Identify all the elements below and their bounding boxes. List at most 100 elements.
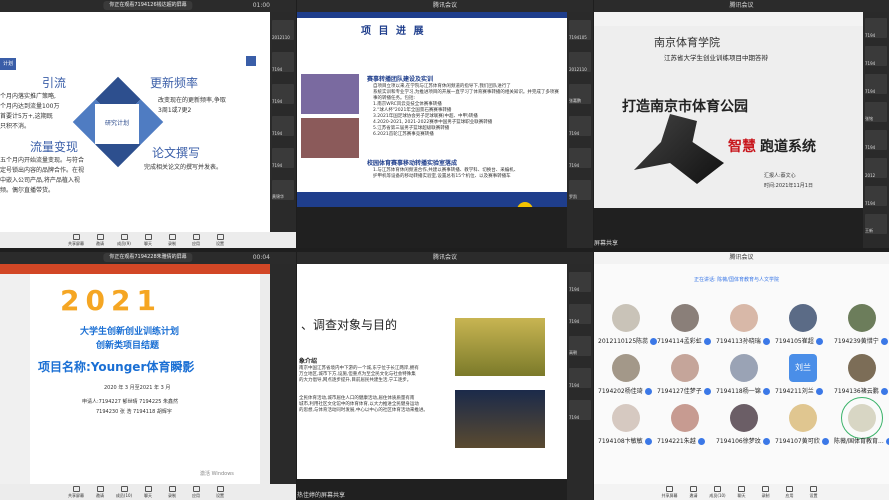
member-avatar[interactable] [671, 354, 699, 382]
member-avatar[interactable] [612, 304, 640, 332]
shared-slide: 、调查对象与目的 象介绍 南京中国江苏省境内中下游的一个城,东宁位于长江两岸,拥… [297, 264, 567, 479]
apps-icon [786, 485, 793, 492]
participant-thumb[interactable]: 张嘉鹏 [569, 84, 591, 104]
participant-thumb[interactable]: 7194 [272, 148, 294, 168]
top-bar: 你正在观看7194228朱雅倩的屏幕 00:04 [0, 252, 296, 264]
chat-icon [738, 485, 745, 492]
participant-thumb[interactable]: 张铭 [865, 102, 887, 122]
participant-thumb[interactable]: 2012110 [272, 20, 294, 40]
participant-thumb[interactable]: 7194 [865, 18, 887, 38]
members-button[interactable]: 成员(9) [115, 233, 133, 247]
member-avatar[interactable] [612, 354, 640, 382]
member-avatar[interactable] [848, 354, 876, 382]
slide-title-2: 智慧 [728, 139, 756, 155]
member-name: 7194108卞敏敏 [598, 436, 652, 445]
field-photo [455, 318, 545, 376]
settings-button[interactable]: 设置 [211, 485, 229, 499]
participant-thumb[interactable]: 7194 [569, 116, 591, 136]
record-button[interactable]: 录制 [163, 233, 181, 247]
participant-strip[interactable]: 7194 7194 7194 张铭 7194 2012 7194 王新 [863, 12, 889, 248]
participant-thumb[interactable]: 黄锦华 [272, 180, 294, 200]
member-avatar[interactable] [612, 404, 640, 432]
photo-2 [301, 118, 359, 158]
chat-button[interactable]: 聊天 [139, 485, 157, 499]
participant-thumb[interactable]: 7194 [569, 304, 591, 324]
member-avatar[interactable] [730, 304, 758, 332]
screen-share-panel-5: 腾讯会议 、调查对象与目的 象介绍 南京中国江苏省境内中下游的一个城,东宁位于长… [297, 252, 593, 500]
member-avatar[interactable] [730, 404, 758, 432]
participant-thumb[interactable]: 高朝 [569, 336, 591, 356]
member-avatar[interactable] [848, 304, 876, 332]
members-1: 申请人:7194227 郁世晴 7194225 朱鑫然 [82, 399, 178, 405]
members-button[interactable]: 成员(10) [115, 485, 133, 499]
member-avatar[interactable]: 刘兰 [789, 354, 817, 382]
participant-thumb[interactable]: 7194 [569, 272, 591, 292]
participant-thumb[interactable]: 7194 [569, 148, 591, 168]
member-avatar[interactable] [730, 354, 758, 382]
share-screen-button[interactable]: 共享屏幕 [67, 485, 85, 499]
record-button[interactable]: 录制 [757, 485, 775, 499]
mic-status-icon [821, 438, 829, 445]
apps-button[interactable]: 应用 [187, 485, 205, 499]
member-avatar[interactable] [789, 404, 817, 432]
settings-button[interactable]: 设置 [211, 233, 229, 247]
date: 时间:2021年11月1日 [764, 183, 813, 189]
member-avatar[interactable] [789, 304, 817, 332]
participant-strip[interactable]: 7194105 2012110 张嘉鹏 7194 7194 罗凯 [567, 12, 593, 248]
participant-thumb[interactable]: 7194 [865, 46, 887, 66]
member-avatar[interactable] [671, 404, 699, 432]
slide-title-1: 打造南京市体育公园 [622, 99, 748, 115]
participant-thumb[interactable]: 7194 [569, 400, 591, 420]
top-bar: 你正在观看7194126钱达超的屏幕 01:00 [0, 0, 296, 12]
share-icon [72, 233, 80, 240]
participant-thumb[interactable]: 2012 [865, 158, 887, 178]
members-button[interactable]: 成员(10) [709, 485, 727, 499]
member-name: 7194107黄可欣 [775, 436, 829, 445]
member-name: 7194136褚云鹏 [834, 386, 888, 395]
participant-thumb[interactable]: 罗凯 [569, 180, 591, 200]
slide-subtitle: 江苏省大学生创业训练项目中期答辩 [664, 54, 768, 62]
participant-thumb[interactable]: 2012110 [569, 52, 591, 72]
reporter: 汇报人:蔡文心 [764, 173, 796, 179]
participant-thumb[interactable]: 7194 [865, 74, 887, 94]
record-button[interactable]: 录制 [163, 485, 181, 499]
line-2: 创新类项目结题 [96, 341, 160, 351]
invite-button[interactable]: 邀请 [685, 485, 703, 499]
apps-button[interactable]: 应用 [781, 485, 799, 499]
participant-thumb[interactable]: 7194 [865, 130, 887, 150]
mic-status-icon [762, 338, 770, 345]
participant-strip[interactable]: 2012110 7194 7194 7194 7194 黄锦华 [270, 12, 296, 232]
member-name: 7194106徐梦玟 [716, 436, 770, 445]
participant-thumb[interactable]: 7194 [272, 84, 294, 104]
viewing-indicator[interactable]: 你正在观看7194228朱雅倩的屏幕 [103, 253, 193, 262]
invite-button[interactable]: 邀请 [91, 233, 109, 247]
participant-strip[interactable] [270, 264, 296, 484]
participant-thumb[interactable]: 7194105 [569, 20, 591, 40]
participant-thumb[interactable]: 7194 [272, 52, 294, 72]
member-avatar[interactable] [671, 304, 699, 332]
settings-button[interactable]: 设置 [805, 485, 823, 499]
participant-strip[interactable]: 7194 7194 高朝 7194 7194 [567, 264, 593, 500]
invite-button[interactable]: 邀请 [91, 485, 109, 499]
window-title: 腾讯会议 [594, 252, 889, 264]
share-screen-button[interactable]: 共享屏幕 [67, 233, 85, 247]
participant-thumb[interactable]: 7194 [865, 186, 887, 206]
participant-thumb[interactable]: 王新 [865, 214, 887, 234]
member-avatar[interactable] [841, 397, 883, 439]
paragraph-2: 全民体育活动,城市居住人口的健康活动,居住体质质量有南 城市,利用社区文化馆中的… [299, 396, 428, 413]
participant-thumb[interactable]: 7194 [569, 368, 591, 388]
screen-share-panel-1: 你正在观看7194126钱达超的屏幕 01:00 计划 引流 个月内落实推广策略… [0, 0, 296, 248]
paragraph-1: 南京中国江苏省境内中下游的一个城,东宁位于长江两岸,拥有 万立地区,城市下方,设… [299, 366, 419, 383]
member-name: 陈薇/国体育教育... [834, 436, 889, 445]
chat-button[interactable]: 聊天 [139, 233, 157, 247]
participant-thumb[interactable]: 7194 [272, 116, 294, 136]
gear-icon [810, 485, 817, 492]
viewing-indicator[interactable]: 你正在观看7194126钱达超的屏幕 [103, 1, 193, 10]
share-icon [666, 485, 673, 492]
share-screen-button[interactable]: 共享屏幕 [661, 485, 679, 499]
chat-button[interactable]: 聊天 [733, 485, 751, 499]
screen-share-panel-3: 腾讯会议 南京体育学院 江苏省大学生创业训练项目中期答辩 打造南京市体育公园 智… [594, 0, 889, 248]
meeting-toolbar: 共享屏幕 邀请 成员(10) 聊天 录制 应用 设置 [0, 484, 296, 500]
apps-button[interactable]: 应用 [187, 233, 205, 247]
share-footer: 屏幕共享 [594, 240, 619, 247]
